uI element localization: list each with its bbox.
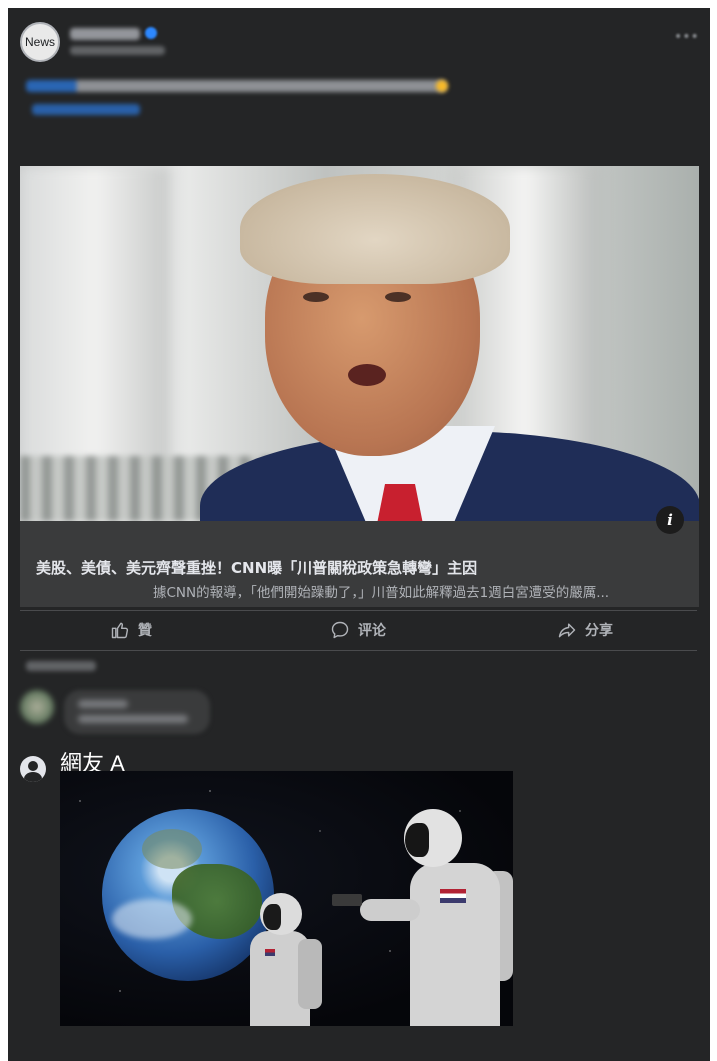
comment-bubble-redacted	[64, 690, 210, 734]
share-arrow-icon	[558, 623, 576, 638]
speech-bubble-icon	[331, 621, 349, 639]
post-header: News •••	[20, 22, 700, 62]
facebook-post-card: News ••• 美股、美債、美元齊聲重挫！CNN曝「川普關稅政策急轉彎」主因 …	[8, 8, 710, 1061]
thumbs-up-icon	[111, 622, 129, 639]
reply-meme-image[interactable]	[60, 771, 513, 1026]
more-options-icon[interactable]: •••	[674, 30, 699, 44]
post-action-bar: 贊 评论 分享	[20, 614, 697, 646]
share-button[interactable]: 分享	[557, 614, 613, 646]
link-preview-image[interactable]	[20, 166, 699, 521]
comment-label: 评论	[358, 623, 386, 639]
link-preview-title[interactable]: 美股、美債、美元齊聲重挫！CNN曝「川普關稅政策急轉彎」主因	[36, 557, 477, 578]
like-label: 贊	[138, 623, 152, 639]
verified-badge-icon	[145, 27, 157, 39]
post-timestamp-redacted[interactable]	[70, 46, 165, 55]
page-name-redacted[interactable]	[70, 28, 140, 40]
divider	[20, 650, 697, 651]
commenter-avatar-redacted[interactable]	[20, 690, 54, 724]
emoji-icon	[436, 80, 448, 92]
like-button[interactable]: 贊	[110, 614, 152, 646]
comment-button[interactable]: 评论	[330, 614, 386, 646]
divider	[20, 610, 697, 611]
post-caption-link-redacted[interactable]	[32, 104, 140, 115]
earth-graphic	[102, 809, 274, 981]
page-avatar[interactable]: News	[20, 22, 60, 62]
user-silhouette-icon[interactable]	[20, 756, 46, 782]
link-preview-box[interactable]: 美股、美債、美元齊聲重挫！CNN曝「川普關稅政策急轉彎」主因 據CNN的報導，「…	[20, 521, 699, 607]
post-caption-redacted	[26, 80, 446, 92]
astronaut-back	[410, 863, 500, 1026]
comment-sort-redacted[interactable]	[26, 661, 96, 671]
pistol-graphic	[332, 894, 362, 906]
share-label: 分享	[585, 623, 613, 639]
info-icon[interactable]: i	[656, 506, 684, 534]
link-preview-description: 據CNN的報導，「他們開始躁動了，」川普如此解釋過去1週白宮遭受的嚴厲...	[153, 585, 610, 601]
